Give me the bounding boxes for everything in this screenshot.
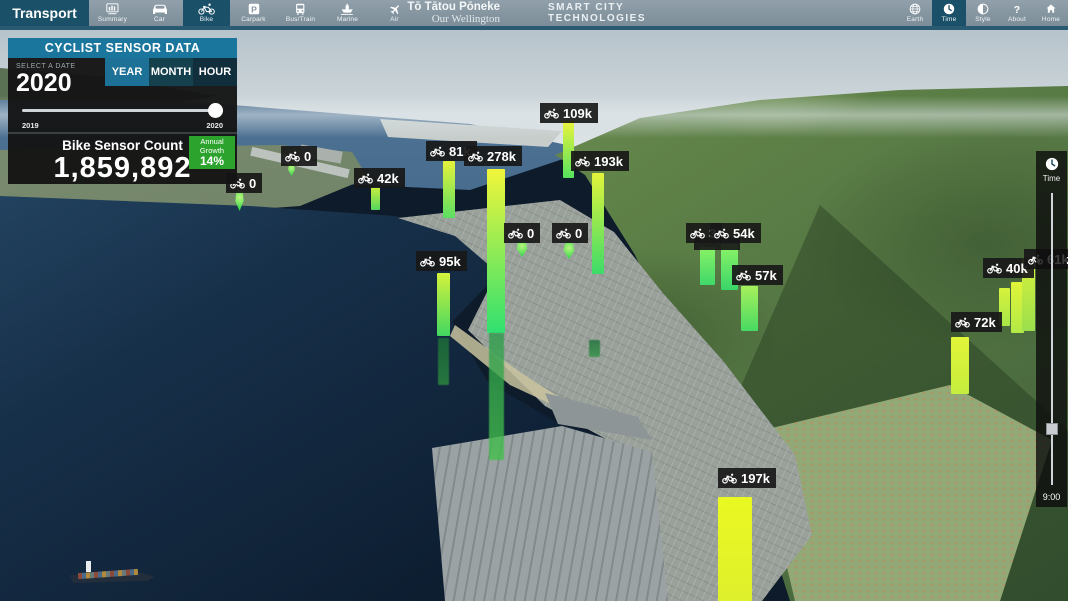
- view-buttons: EarthTimeStyle?AboutHome: [898, 0, 1068, 26]
- sensor-bar-reflection: [589, 340, 600, 357]
- car-icon: [151, 2, 169, 15]
- time-slider-handle[interactable]: [1046, 423, 1058, 435]
- bike-icon: [987, 263, 1002, 274]
- map-sensor-label[interactable]: 72k: [951, 312, 1002, 332]
- clock-icon: [1045, 157, 1059, 171]
- map-sensor-label[interactable]: 57k: [732, 265, 783, 285]
- question-icon: ?: [1011, 2, 1023, 15]
- bike-icon: [468, 151, 483, 162]
- date-slider[interactable]: 2019 2020: [8, 96, 237, 132]
- growth-value: 14%: [189, 155, 235, 167]
- button-time[interactable]: Time: [932, 0, 966, 26]
- map-sensor-label[interactable]: 197k: [718, 468, 776, 488]
- brand-text: SMART CITY TECHNOLOGIES: [548, 3, 646, 24]
- map-sensor-label[interactable]: 109k: [540, 103, 598, 123]
- map-sensor-label[interactable]: 0: [281, 146, 317, 166]
- button-about[interactable]: ?About: [1000, 0, 1034, 26]
- cyclist-sensor-panel: CYCLIST SENSOR DATA SELECT A DATE 2020 Y…: [8, 38, 237, 184]
- sensor-bar: [487, 169, 505, 333]
- annual-growth-badge: Annual Growth 14%: [189, 136, 235, 169]
- date-slider-handle[interactable]: [208, 103, 223, 118]
- date-granularity-tabs: YEARMONTHHOUR: [105, 58, 237, 86]
- bike-icon: [736, 270, 751, 281]
- sensor-bar-reflection: [438, 338, 449, 385]
- svg-text:?: ?: [1014, 3, 1020, 14]
- tab-bus-train[interactable]: Bus/Train: [277, 0, 324, 26]
- time-slider-panel: Time 9:00: [1036, 151, 1067, 507]
- parking-icon: P: [248, 2, 260, 15]
- time-slider-track[interactable]: [1051, 193, 1053, 485]
- sensor-bar: [700, 247, 715, 285]
- bike-icon: [285, 151, 300, 162]
- date-slider-track[interactable]: [22, 109, 223, 112]
- tab-summary[interactable]: Summary: [89, 0, 136, 26]
- button-home[interactable]: Home: [1034, 0, 1068, 26]
- bike-icon: [575, 156, 590, 167]
- button-style[interactable]: Style: [966, 0, 1000, 26]
- sensor-bar-reflection: [489, 333, 504, 460]
- globe-icon: [909, 2, 921, 15]
- ship-icon: [340, 2, 354, 15]
- slider-min-label: 2019: [22, 121, 39, 130]
- sensor-pin: [234, 190, 245, 211]
- tab-hour[interactable]: HOUR: [193, 58, 237, 86]
- sensor-bar: [718, 497, 752, 601]
- sensor-bar: [443, 161, 455, 218]
- app-title: Transport: [0, 0, 89, 26]
- wellington-logo: Tō Tātou Pōneke Our Wellington: [368, 1, 500, 25]
- contrast-icon: [977, 2, 989, 15]
- bus-icon: [295, 2, 306, 15]
- bike-icon: [420, 256, 435, 267]
- bike-icon: [430, 146, 445, 157]
- tab-month[interactable]: MONTH: [149, 58, 193, 86]
- bike-icon: [358, 173, 373, 184]
- growth-label: Annual Growth: [189, 137, 235, 155]
- home-icon: [1045, 2, 1057, 15]
- map-sensor-label[interactable]: 0: [504, 223, 540, 243]
- sensor-bar: [437, 273, 450, 336]
- sensor-bar: [741, 286, 758, 331]
- sensor-bar: [951, 337, 969, 394]
- map-sensor-label[interactable]: 193k: [571, 151, 629, 171]
- bike-icon: [714, 228, 729, 239]
- brand-line2: TECHNOLOGIES: [548, 14, 646, 25]
- sensor-pin: [562, 242, 576, 259]
- bike-icon: [508, 228, 523, 239]
- brand-line1: SMART CITY: [548, 3, 646, 14]
- smart-city-app: 0042k81k278k109k193k95k00354k57k40k61k72…: [0, 0, 1068, 601]
- bike-icon: [690, 228, 705, 239]
- svg-text:P: P: [251, 4, 257, 14]
- map-sensor-label[interactable]: 0: [552, 223, 588, 243]
- tab-carpark[interactable]: PCarpark: [230, 0, 277, 26]
- bike-icon: [556, 228, 571, 239]
- logo-line2: Our Wellington: [368, 13, 500, 25]
- slider-max-label: 2020: [206, 121, 223, 130]
- sensor-bar: [592, 173, 604, 274]
- bike-icon: [198, 2, 215, 15]
- top-toolbar: Transport SummaryCarBikePCarparkBus/Trai…: [0, 0, 1068, 30]
- bike-icon: [544, 108, 559, 119]
- map-sensor-label[interactable]: 42k: [354, 168, 405, 188]
- map-sensor-label[interactable]: 54k: [710, 223, 761, 243]
- bike-icon: [955, 317, 970, 328]
- tab-year[interactable]: YEAR: [105, 58, 149, 86]
- bike-icon: [722, 473, 737, 484]
- map-sensor-label[interactable]: 278k: [464, 146, 522, 166]
- chart-icon: [106, 2, 119, 15]
- tab-bike[interactable]: Bike: [183, 0, 230, 26]
- selected-date: 2020: [16, 70, 105, 96]
- map-sensor-label[interactable]: 95k: [416, 251, 467, 271]
- tab-car[interactable]: Car: [136, 0, 183, 26]
- clock-icon: [943, 2, 955, 15]
- panel-title: CYCLIST SENSOR DATA: [8, 38, 237, 58]
- button-earth[interactable]: Earth: [898, 0, 932, 26]
- logo-line1: Tō Tātou Pōneke: [368, 1, 500, 13]
- time-panel-label: Time: [1043, 174, 1060, 183]
- time-value: 9:00: [1036, 492, 1067, 502]
- tab-marine[interactable]: Marine: [324, 0, 371, 26]
- sensor-bar: [371, 187, 380, 210]
